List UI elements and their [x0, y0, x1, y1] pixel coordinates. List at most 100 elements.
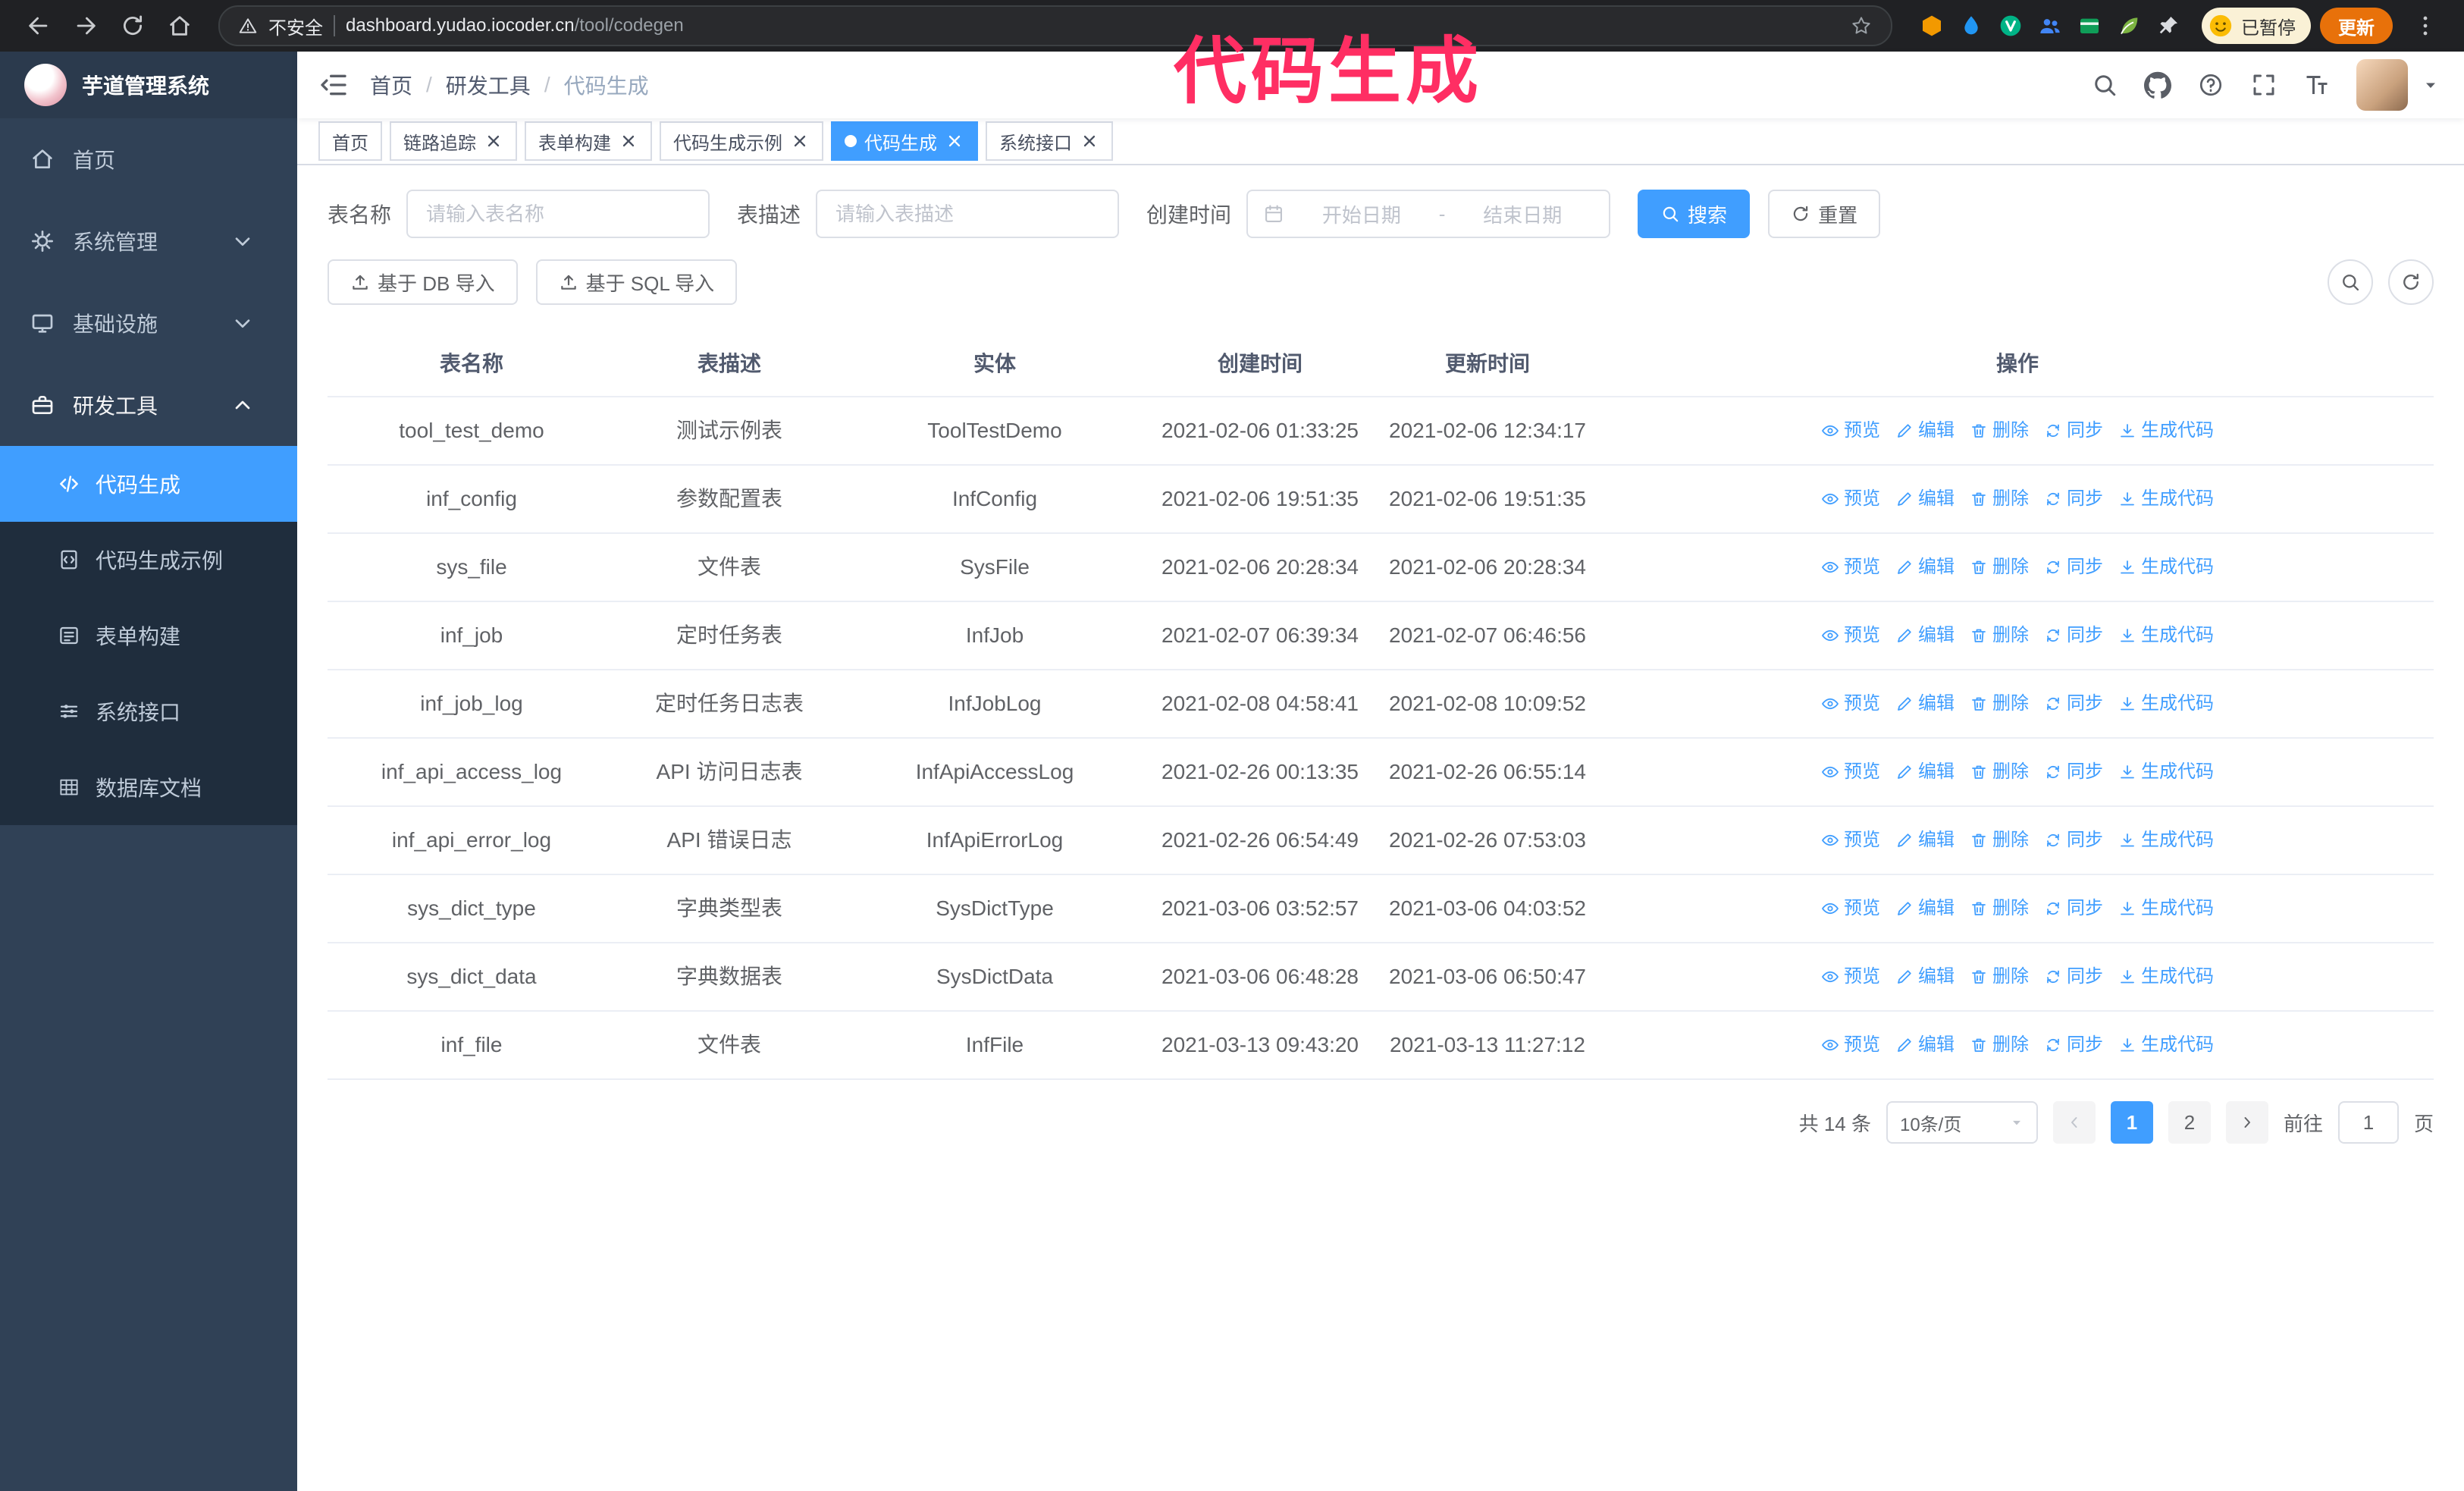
column-header[interactable]: 表名称 — [328, 329, 616, 397]
goto-page-input[interactable] — [2337, 1101, 2399, 1144]
column-header[interactable]: 更新时间 — [1374, 329, 1601, 397]
date-range-picker[interactable]: 开始日期 - 结束日期 — [1246, 190, 1611, 238]
preview-action[interactable]: 预览 — [1821, 824, 1880, 857]
generate-code-action[interactable]: 生成代码 — [2118, 551, 2214, 584]
generate-code-action[interactable]: 生成代码 — [2118, 755, 2214, 789]
sidebar-subitem-3[interactable]: 系统接口 — [0, 673, 297, 749]
extension-v-badge-icon[interactable] — [1998, 14, 2023, 38]
delete-action[interactable]: 删除 — [1970, 482, 2029, 516]
bookmark-star-icon[interactable] — [1850, 14, 1873, 37]
generate-code-action[interactable]: 生成代码 — [2118, 824, 2214, 857]
extension-pin-icon[interactable] — [2156, 14, 2180, 38]
close-icon[interactable] — [619, 131, 638, 151]
fullscreen-icon[interactable] — [2250, 71, 2277, 99]
tab-3[interactable]: 代码生成示例 — [660, 121, 823, 161]
sidebar-subitem-4[interactable]: 数据库文档 — [0, 749, 297, 825]
extension-drop-icon[interactable] — [1959, 14, 1983, 38]
generate-code-action[interactable]: 生成代码 — [2118, 482, 2214, 516]
page-button-1[interactable]: 1 — [2110, 1101, 2153, 1144]
close-icon[interactable] — [790, 131, 810, 151]
home-icon[interactable] — [167, 13, 193, 39]
back-icon[interactable] — [26, 13, 52, 39]
sync-action[interactable]: 同步 — [2044, 892, 2103, 925]
sync-action[interactable]: 同步 — [2044, 824, 2103, 857]
tab-1[interactable]: 链路追踪 — [390, 121, 517, 161]
sync-action[interactable]: 同步 — [2044, 960, 2103, 993]
sidebar-item-3[interactable]: 研发工具 — [0, 364, 297, 446]
generate-code-action[interactable]: 生成代码 — [2118, 892, 2214, 925]
page-size-select[interactable]: 10条/页 — [1886, 1101, 2038, 1144]
edit-action[interactable]: 编辑 — [1895, 687, 1955, 720]
sync-action[interactable]: 同步 — [2044, 1028, 2103, 1062]
prev-page-button[interactable] — [2052, 1101, 2096, 1144]
table-name-input[interactable] — [406, 190, 710, 238]
search-button[interactable]: 搜索 — [1638, 190, 1751, 238]
edit-action[interactable]: 编辑 — [1895, 892, 1955, 925]
tab-5[interactable]: 系统接口 — [986, 121, 1113, 161]
tab-4[interactable]: 代码生成 — [831, 121, 978, 161]
breadcrumb-item[interactable]: 代码生成 — [564, 70, 649, 100]
tab-2[interactable]: 表单构建 — [525, 121, 652, 161]
hamburger-icon[interactable] — [318, 70, 349, 100]
delete-action[interactable]: 删除 — [1970, 960, 2029, 993]
sidebar-subitem-2[interactable]: 表单构建 — [0, 598, 297, 673]
sidebar-item-1[interactable]: 系统管理 — [0, 200, 297, 282]
close-icon[interactable] — [945, 131, 964, 151]
sidebar-item-0[interactable]: 首页 — [0, 118, 297, 200]
edit-action[interactable]: 编辑 — [1895, 1028, 1955, 1062]
refresh-table-button[interactable] — [2388, 259, 2434, 305]
extension-people-icon[interactable] — [2038, 14, 2062, 38]
page-button-2[interactable]: 2 — [2168, 1101, 2211, 1144]
preview-action[interactable]: 预览 — [1821, 960, 1880, 993]
edit-action[interactable]: 编辑 — [1895, 960, 1955, 993]
tab-0[interactable]: 首页 — [318, 121, 382, 161]
column-header[interactable]: 创建时间 — [1146, 329, 1374, 397]
sync-action[interactable]: 同步 — [2044, 551, 2103, 584]
preview-action[interactable]: 预览 — [1821, 619, 1880, 652]
extension-cube-icon[interactable] — [1920, 14, 1944, 38]
reset-button[interactable]: 重置 — [1768, 190, 1881, 238]
generate-code-action[interactable]: 生成代码 — [2118, 960, 2214, 993]
generate-code-action[interactable]: 生成代码 — [2118, 414, 2214, 447]
delete-action[interactable]: 删除 — [1970, 687, 2029, 720]
edit-action[interactable]: 编辑 — [1895, 824, 1955, 857]
sidebar-subitem-1[interactable]: 代码生成示例 — [0, 522, 297, 598]
sync-action[interactable]: 同步 — [2044, 755, 2103, 789]
preview-action[interactable]: 预览 — [1821, 551, 1880, 584]
github-icon[interactable] — [2144, 71, 2171, 99]
preview-action[interactable]: 预览 — [1821, 482, 1880, 516]
delete-action[interactable]: 删除 — [1970, 824, 2029, 857]
sync-action[interactable]: 同步 — [2044, 687, 2103, 720]
close-icon[interactable] — [1080, 131, 1099, 151]
column-header[interactable]: 表描述 — [616, 329, 843, 397]
import-db-button[interactable]: 基于 DB 导入 — [328, 259, 518, 305]
paused-badge[interactable]: 已暂停 — [2202, 8, 2311, 44]
reload-icon[interactable] — [120, 13, 146, 39]
breadcrumb-item[interactable]: 研发工具 — [446, 70, 531, 100]
delete-action[interactable]: 删除 — [1970, 1028, 2029, 1062]
extension-card-icon[interactable] — [2077, 14, 2102, 38]
edit-action[interactable]: 编辑 — [1895, 551, 1955, 584]
edit-action[interactable]: 编辑 — [1895, 482, 1955, 516]
column-header[interactable]: 操作 — [1601, 329, 2434, 397]
toggle-search-button[interactable] — [2328, 259, 2373, 305]
delete-action[interactable]: 删除 — [1970, 619, 2029, 652]
search-icon[interactable] — [2091, 71, 2118, 99]
sidebar-item-2[interactable]: 基础设施 — [0, 282, 297, 364]
avatar[interactable] — [2356, 59, 2408, 111]
delete-action[interactable]: 删除 — [1970, 551, 2029, 584]
forward-icon[interactable] — [73, 13, 99, 39]
edit-action[interactable]: 编辑 — [1895, 619, 1955, 652]
preview-action[interactable]: 预览 — [1821, 892, 1880, 925]
import-sql-button[interactable]: 基于 SQL 导入 — [535, 259, 738, 305]
question-icon[interactable] — [2197, 71, 2224, 99]
table-desc-input[interactable] — [816, 190, 1120, 238]
preview-action[interactable]: 预览 — [1821, 687, 1880, 720]
close-icon[interactable] — [484, 131, 503, 151]
delete-action[interactable]: 删除 — [1970, 414, 2029, 447]
delete-action[interactable]: 删除 — [1970, 892, 2029, 925]
font-size-icon[interactable] — [2303, 71, 2331, 99]
edit-action[interactable]: 编辑 — [1895, 755, 1955, 789]
generate-code-action[interactable]: 生成代码 — [2118, 1028, 2214, 1062]
address-bar[interactable]: 不安全 dashboard.yudao.iocoder.cn/tool/code… — [218, 5, 1892, 46]
